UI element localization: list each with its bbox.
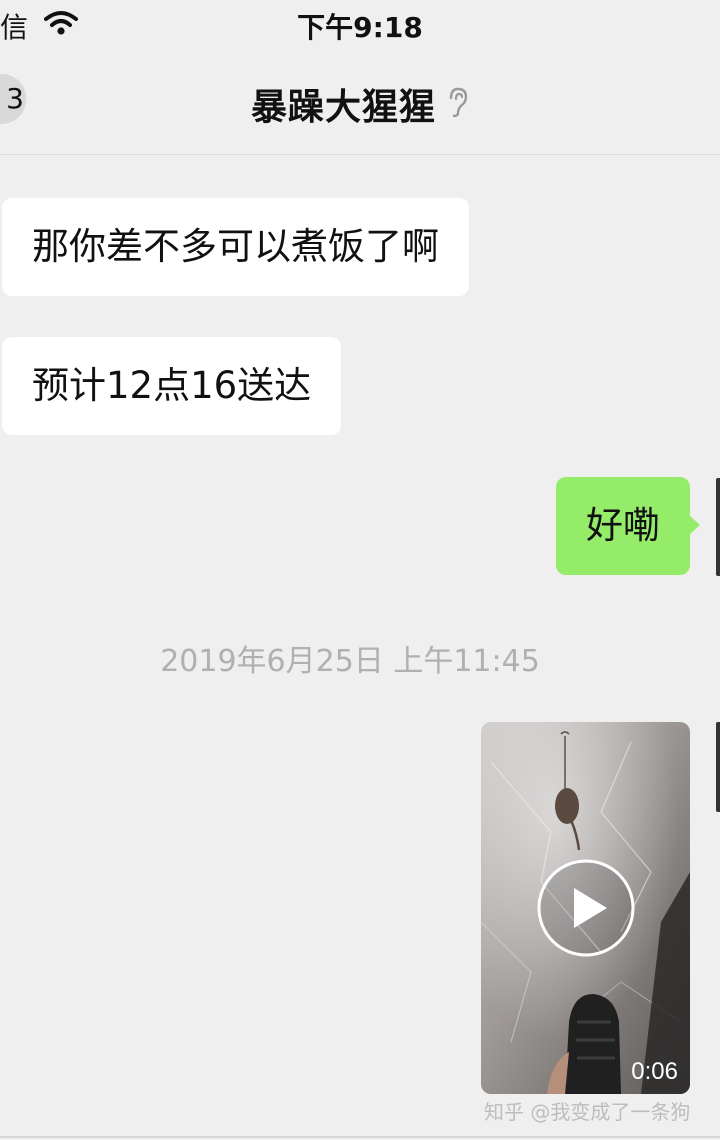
status-time: 下午9:18 — [297, 11, 423, 44]
rat-figure — [555, 788, 579, 824]
avatar[interactable] — [716, 478, 720, 576]
video-message[interactable]: 0:06 — [481, 722, 690, 1094]
chat-title[interactable]: 暴躁大猩猩 — [251, 87, 436, 128]
status-bar: 信 下午9:18 — [0, 0, 720, 50]
chat-title-wrap: 暴躁大猩猩 — [0, 78, 720, 130]
avatar[interactable] — [716, 722, 720, 812]
ear-icon — [447, 86, 469, 122]
play-icon — [537, 859, 635, 957]
message-bubble-incoming[interactable]: 那你差不多可以煮饭了啊 — [2, 198, 469, 296]
message-bubble-outgoing[interactable]: 好嘞 — [556, 477, 700, 575]
message-timestamp: 2019年6月25日 上午11:45 — [160, 644, 540, 679]
message-text: 预计12点16送达 — [32, 364, 312, 407]
divider — [0, 1136, 720, 1138]
chat-header: 3 暴躁大猩猩 — [0, 50, 720, 155]
video-duration: 0:06 — [631, 1058, 678, 1085]
message-text: 那你差不多可以煮饭了啊 — [32, 225, 439, 268]
watermark: 知乎 @我变成了一条狗 — [484, 1100, 691, 1124]
message-bubble-incoming[interactable]: 预计12点16送达 — [2, 337, 342, 435]
message-text: 好嘞 — [586, 504, 660, 547]
